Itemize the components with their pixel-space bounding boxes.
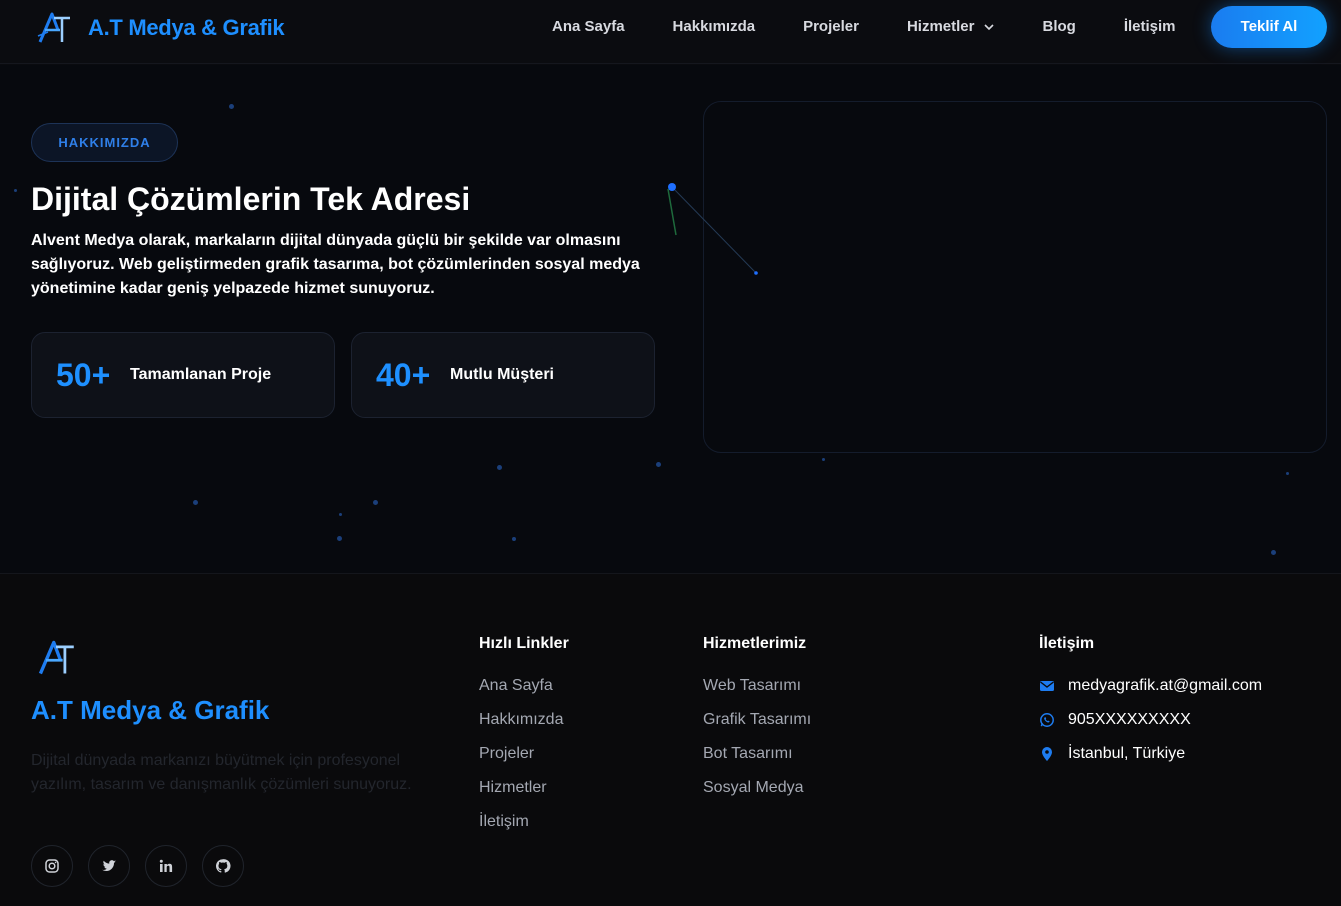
stat-label: Tamamlanan Proje <box>130 366 272 383</box>
contact-location-text: İstanbul, Türkiye <box>1068 745 1186 762</box>
footer-link-iletisim[interactable]: İletişim <box>479 805 569 839</box>
network-lines <box>667 183 758 275</box>
stat-label: Mutlu Müşteri <box>450 366 554 383</box>
stat-card-projects: 50+ Tamamlanan Proje <box>31 332 335 418</box>
contact-location: İstanbul, Türkiye <box>1039 737 1262 771</box>
nav-hizmetler[interactable]: Hizmetler <box>907 18 995 35</box>
footer-link-projeler[interactable]: Projeler <box>479 737 569 771</box>
section-badge: HAKKIMIZDA <box>31 123 178 162</box>
map-pin-icon <box>1042 747 1052 761</box>
logo-icon <box>37 12 70 43</box>
quick-links-column: Hızlı Linkler Ana Sayfa Hakkımızda Proje… <box>479 635 569 839</box>
brand-name: A.T Medya & Grafik <box>88 15 285 40</box>
section-description: Alvent Medya olarak, markaların dijital … <box>31 232 640 297</box>
mail-icon <box>1040 681 1054 691</box>
footer-link-bot-tasarimi[interactable]: Bot Tasarımı <box>703 737 811 771</box>
social-links <box>31 845 259 887</box>
instagram-icon[interactable] <box>31 845 73 887</box>
stat-value: 40+ <box>376 356 431 393</box>
footer-link-hizmetler[interactable]: Hizmetler <box>479 771 569 805</box>
services-heading: Hizmetlerimiz <box>703 635 807 652</box>
contact-column: İletişim medyagrafik.at@gmail.com 905XXX… <box>1039 635 1262 771</box>
nav-hakkimizda[interactable]: Hakkımızda <box>673 18 756 35</box>
footer-link-grafik-tasarimi[interactable]: Grafik Tasarımı <box>703 703 811 737</box>
whatsapp-icon <box>1040 713 1054 727</box>
quick-links-heading: Hızlı Linkler <box>479 635 569 652</box>
github-icon[interactable] <box>202 845 244 887</box>
about-section: HAKKIMIZDA Dijital Çözümlerin Tek Adresi… <box>0 65 1341 573</box>
nav-hizmetler-label: Hizmetler <box>906 18 975 35</box>
navbar: A.T Medya & Grafik Ana Sayfa Hakkımızda … <box>0 0 1341 64</box>
stat-value: 50+ <box>56 356 111 393</box>
contact-heading: İletişim <box>1039 635 1095 652</box>
nav-projeler[interactable]: Projeler <box>803 18 859 35</box>
nav-blog[interactable]: Blog <box>1043 18 1076 35</box>
services-column: Hizmetlerimiz Web Tasarımı Grafik Tasarı… <box>703 635 811 805</box>
brand-logo-link[interactable]: A.T Medya & Grafik <box>36 10 285 46</box>
stat-card-clients: 40+ Mutlu Müşteri <box>351 332 655 418</box>
teklif-al-button[interactable]: Teklif Al <box>1211 6 1327 48</box>
nav-ana-sayfa[interactable]: Ana Sayfa <box>552 18 625 35</box>
footer-description: Dijital dünyada markanızı büyütmek için … <box>31 752 412 793</box>
footer-link-hakkimizda[interactable]: Hakkımızda <box>479 703 569 737</box>
section-title: Dijital Çözümlerin Tek Adresi <box>31 181 471 217</box>
footer: A.T Medya & Grafik Dijital dünyada marka… <box>0 573 1341 906</box>
main-nav: Ana Sayfa Hakkımızda Projeler Hizmetler … <box>552 18 1224 35</box>
footer-brand-name: A.T Medya & Grafik <box>31 695 270 725</box>
contact-phone[interactable]: 905XXXXXXXXX <box>1039 703 1262 737</box>
twitter-icon[interactable] <box>88 845 130 887</box>
chevron-down-icon <box>983 23 994 30</box>
linkedin-icon[interactable] <box>145 845 187 887</box>
footer-logo-icon <box>38 640 74 675</box>
contact-email-text: medyagrafik.at@gmail.com <box>1068 677 1263 694</box>
footer-link-web-tasarimi[interactable]: Web Tasarımı <box>703 669 811 703</box>
footer-link-sosyal-medya[interactable]: Sosyal Medya <box>703 771 811 805</box>
contact-email[interactable]: medyagrafik.at@gmail.com <box>1039 669 1262 703</box>
contact-phone-text: 905XXXXXXXXX <box>1068 711 1191 728</box>
footer-link-ana-sayfa[interactable]: Ana Sayfa <box>479 669 569 703</box>
nav-iletisim[interactable]: İletişim <box>1124 18 1176 35</box>
